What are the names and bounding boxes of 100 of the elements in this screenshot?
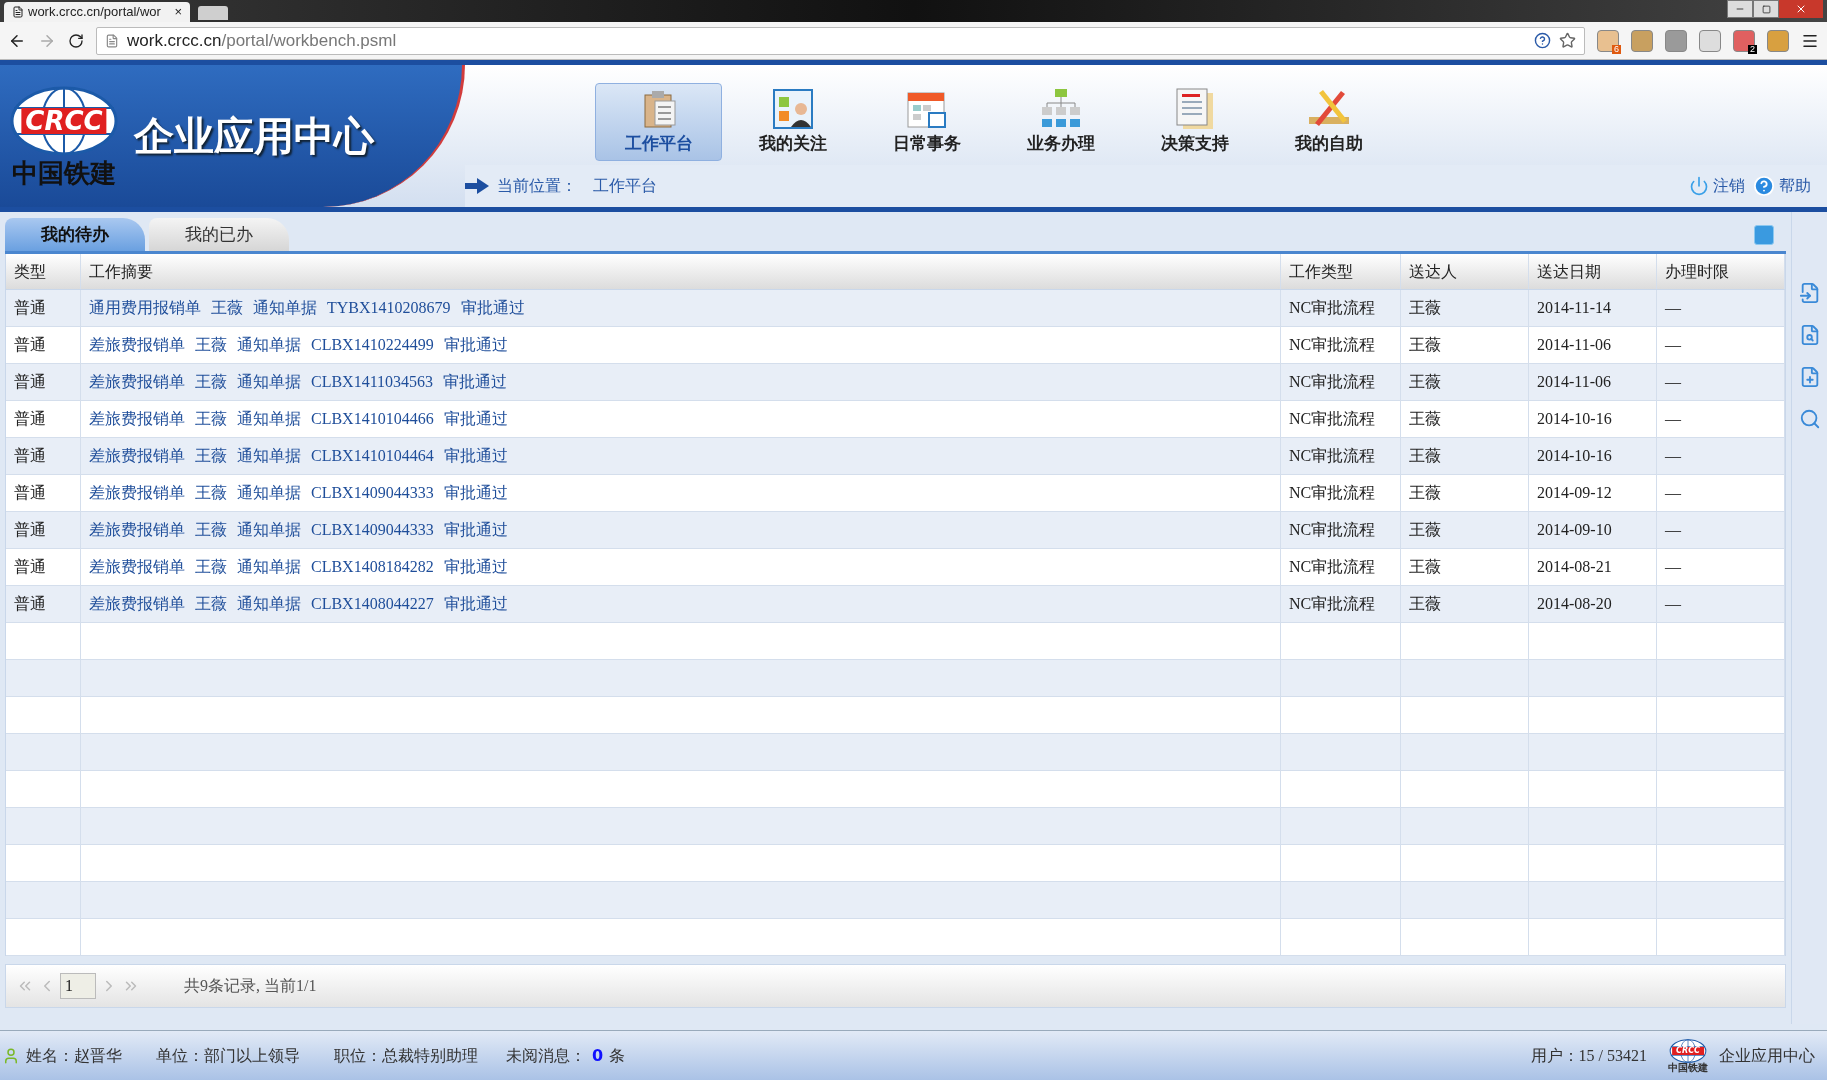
column-header[interactable]: 送达日期: [1529, 254, 1657, 289]
table-cell-text: 王薇: [1409, 594, 1441, 614]
page-input[interactable]: 1: [60, 973, 96, 999]
app-title: 企业应用中心: [134, 112, 374, 161]
nav-item[interactable]: 业务办理: [997, 83, 1124, 161]
table-cell-text: —: [1665, 483, 1681, 503]
table-cell-text: 2014-11-14: [1537, 298, 1612, 318]
help-icon: [1753, 175, 1775, 197]
table-cell-text: NC审批流程: [1289, 446, 1376, 466]
extension-icon[interactable]: 2: [1733, 29, 1755, 52]
profile-board-icon: [770, 86, 815, 131]
logo-mark: CRCC: [1672, 1046, 1704, 1055]
table-cell-text: NC审批流程: [1289, 409, 1376, 429]
breadcrumb-link[interactable]: 工作平台: [593, 174, 657, 198]
table-cell-text: 普通: [14, 483, 46, 503]
extension-icon[interactable]: [1631, 29, 1653, 52]
table-cell-text: —: [1665, 594, 1681, 614]
unread-messages[interactable]: 未阅消息： 0 条: [506, 1043, 626, 1068]
logo-name: 中国铁建: [12, 160, 116, 186]
help-link[interactable]: 帮助: [1753, 174, 1811, 198]
table-cell-text: NC审批流程: [1289, 483, 1376, 503]
task-link[interactable]: 差旅费报销单 王薇 通知单据 CLBX1410224499 审批通过: [89, 333, 508, 357]
nav-item[interactable]: 我的自助: [1265, 83, 1392, 161]
export-icon[interactable]: [1798, 282, 1821, 304]
table-cell-text: —: [1665, 372, 1681, 392]
nav-item[interactable]: 工作平台: [595, 83, 722, 161]
tab[interactable]: 我的待办: [5, 218, 145, 251]
table-cell-text: 王薇: [1409, 446, 1441, 466]
table-cell-text: —: [1665, 557, 1681, 577]
table-cell-text: —: [1665, 335, 1681, 355]
browser-tab[interactable]: work.crcc.cn/portal/wor ×: [4, 2, 190, 22]
task-link[interactable]: 差旅费报销单 王薇 通知单据 CLBX1410104466 审批通过: [89, 407, 508, 431]
column-header[interactable]: 类型: [6, 254, 81, 289]
page-icon: [105, 33, 119, 48]
table-cell-text: NC审批流程: [1289, 594, 1376, 614]
minimize-button[interactable]: [1727, 0, 1753, 18]
table-cell-text: 普通: [14, 520, 46, 540]
table-cell-text: NC审批流程: [1289, 557, 1376, 577]
tab-title: work.crcc.cn/portal/wor: [28, 3, 162, 22]
close-icon: [1795, 3, 1807, 15]
table-cell-text: 王薇: [1409, 298, 1441, 318]
table-cell-text: 2014-11-06: [1537, 335, 1612, 355]
arrow-icon: [465, 178, 489, 194]
address-bar[interactable]: work.crcc.cn/portal/workbench.psml: [96, 26, 1585, 55]
column-header[interactable]: 工作摘要: [81, 254, 1281, 289]
logout-link[interactable]: 注销: [1689, 174, 1745, 198]
table-cell-text: 王薇: [1409, 372, 1441, 392]
reload-icon[interactable]: [68, 32, 84, 49]
table-cell-text: 普通: [14, 372, 46, 392]
table-cell-text: 普通: [14, 298, 46, 318]
table-cell-text: 2014-08-21: [1537, 557, 1612, 577]
logo-mark: CRCC: [21, 108, 107, 134]
column-header[interactable]: 工作类型: [1281, 254, 1401, 289]
nav-item[interactable]: 日常事务: [863, 83, 990, 161]
task-link[interactable]: 差旅费报销单 王薇 通知单据 CLBX1409044333 审批通过: [89, 518, 508, 542]
task-link[interactable]: 差旅费报销单 王薇 通知单据 CLBX1408044227 审批通过: [89, 592, 508, 616]
help-icon[interactable]: [1534, 32, 1551, 49]
search-icon[interactable]: [1798, 408, 1821, 430]
task-link[interactable]: 差旅费报销单 王薇 通知单据 CLBX1408184282 审批通过: [89, 555, 508, 579]
bookmark-star-icon[interactable]: [1559, 32, 1576, 49]
user-count: 用户：15 / 53421: [1530, 1045, 1647, 1066]
column-header[interactable]: 送达人: [1401, 254, 1529, 289]
table-cell-text: 王薇: [1409, 409, 1441, 429]
table-cell-text: 2014-08-20: [1537, 594, 1612, 614]
table-cell-text: NC审批流程: [1289, 298, 1376, 318]
breadcrumb-label: 当前位置：: [497, 175, 577, 197]
brand-name: 中国铁建: [1668, 1062, 1708, 1073]
table-cell-text: 2014-09-12: [1537, 483, 1612, 503]
task-link[interactable]: 差旅费报销单 王薇 通知单据 CLBX1410104464 审批通过: [89, 444, 508, 468]
extension-icon[interactable]: 6: [1597, 29, 1619, 52]
nav-item[interactable]: 决策支持: [1131, 83, 1258, 161]
extension-badge: 2: [1748, 44, 1757, 54]
status-field: 姓名：赵晋华: [26, 1043, 122, 1068]
url-text: work.crcc.cn/portal/workbench.psml: [127, 29, 398, 52]
restore-button[interactable]: [1754, 225, 1774, 245]
tab-close[interactable]: ×: [174, 2, 182, 22]
task-link[interactable]: 差旅费报销单 王薇 通知单据 CLBX1411034563 审批通过: [89, 370, 508, 394]
table-cell-text: —: [1665, 520, 1681, 540]
table-cell-text: 王薇: [1409, 520, 1441, 540]
user-icon: [2, 1046, 20, 1065]
task-link[interactable]: 通用费用报销单 王薇 通知单据 TYBX1410208679 审批通过: [89, 296, 525, 320]
table-cell-text: 王薇: [1409, 483, 1441, 503]
status-field: 职位：总裁特别助理: [334, 1043, 478, 1068]
extension-icon[interactable]: [1665, 29, 1687, 52]
table-cell-text: NC审批流程: [1289, 372, 1376, 392]
table-cell-text: 王薇: [1409, 335, 1441, 355]
table-cell-text: NC审批流程: [1289, 335, 1376, 355]
extension-icon[interactable]: [1699, 29, 1721, 52]
table-cell-text: 2014-10-16: [1537, 446, 1612, 466]
table-cell-text: 普通: [14, 446, 46, 466]
maximize-button[interactable]: [1753, 0, 1779, 18]
table-cell-text: 2014-09-10: [1537, 520, 1612, 540]
table-cell-text: —: [1665, 298, 1681, 318]
status-field: 单位：部门以上领导: [156, 1043, 300, 1068]
nav-item[interactable]: 我的关注: [729, 83, 856, 161]
task-link[interactable]: 差旅费报销单 王薇 通知单据 CLBX1409044333 审批通过: [89, 481, 508, 505]
extension-icon[interactable]: [1767, 29, 1789, 52]
table-cell-text: —: [1665, 446, 1681, 466]
column-header[interactable]: 办理时限: [1657, 254, 1785, 289]
tab[interactable]: 我的已办: [149, 218, 289, 251]
